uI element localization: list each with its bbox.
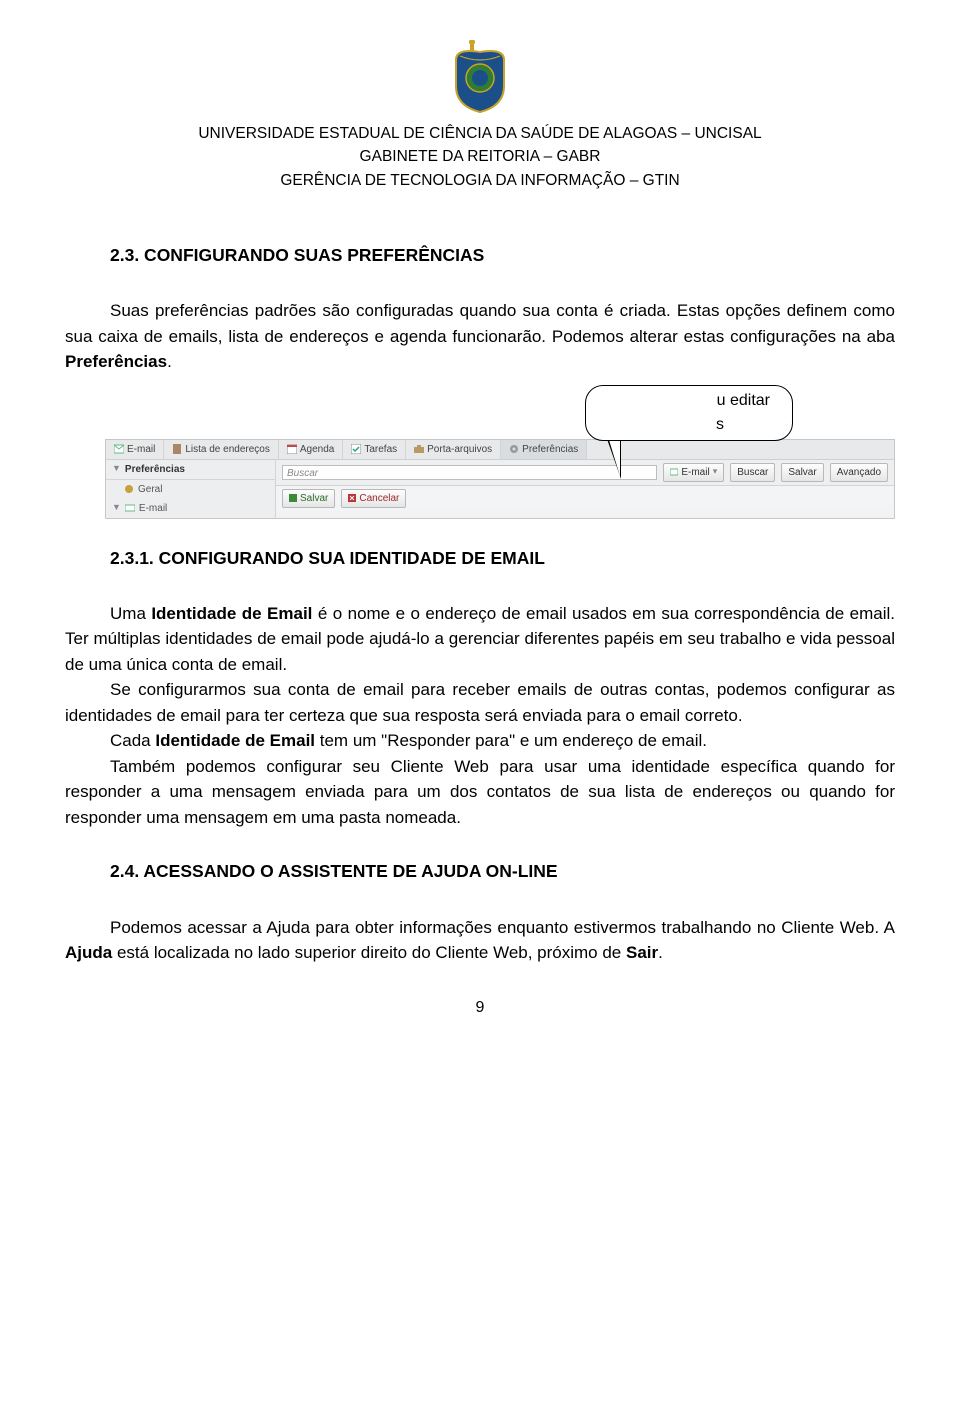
search-input[interactable]: Buscar	[282, 465, 657, 480]
mail-icon	[670, 468, 678, 476]
section-2-4-p1: Podemos acessar a Ajuda para obter infor…	[65, 915, 895, 966]
section-2-3-1-title: 2.3.1. CONFIGURANDO SUA IDENTIDADE DE EM…	[110, 545, 895, 571]
tab-label: E-mail	[127, 442, 155, 457]
chevron-down-icon: ▾	[713, 465, 718, 479]
tab-label: Tarefas	[364, 442, 397, 457]
sidebar-item-email[interactable]: ▼ E-mail	[106, 499, 275, 518]
screenshot-region: u editar s E-mail Lista de endereços Age…	[65, 399, 895, 509]
p1-c: .	[167, 352, 172, 371]
mail-icon	[114, 444, 124, 454]
section-2-3-1-p1: Uma Identidade de Email é o nome e o end…	[65, 601, 895, 678]
sidebar-header[interactable]: ▼ Preferências	[106, 460, 275, 480]
collapse-icon: ▼	[112, 501, 121, 515]
btn-label: Avançado	[837, 465, 881, 480]
tab-label: Agenda	[300, 442, 334, 457]
book-icon	[172, 444, 182, 454]
header-line-1: UNIVERSIDADE ESTADUAL DE CIÊNCIA DA SAÚD…	[65, 122, 895, 145]
btn-label: Buscar	[737, 465, 768, 480]
app-screenshot: E-mail Lista de endereços Agenda Tarefas…	[105, 439, 895, 519]
check-icon	[351, 444, 361, 454]
cancel-button[interactable]: Cancelar	[341, 489, 406, 508]
tab-preferences[interactable]: Preferências	[501, 440, 587, 459]
tab-label: Lista de endereços	[185, 442, 270, 457]
gear-small-icon	[124, 484, 134, 494]
callout-line-2: s	[586, 413, 792, 437]
p1-a: Suas preferências padrões são configurad…	[65, 301, 895, 346]
tab-briefcase[interactable]: Porta-arquivos	[406, 440, 501, 459]
save-button-2[interactable]: Salvar	[282, 489, 335, 508]
btn-label: Salvar	[788, 465, 816, 480]
section-2-3-1-p2: Se configurarmos sua conta de email para…	[65, 677, 895, 728]
app-tabbar: E-mail Lista de endereços Agenda Tarefas…	[106, 440, 894, 460]
section-2-3-1-p4: Também podemos configurar seu Cliente We…	[65, 754, 895, 831]
p-bold: Identidade de Email	[151, 604, 312, 623]
p1-b: Preferências	[65, 352, 167, 371]
action-bar: Salvar Cancelar	[276, 486, 894, 511]
advanced-button[interactable]: Avançado	[830, 463, 888, 482]
tab-address-book[interactable]: Lista de endereços	[164, 440, 279, 459]
mail-small-icon	[125, 503, 135, 513]
header-line-2: GABINETE DA REITORIA – GABR	[65, 145, 895, 168]
gear-icon	[509, 444, 519, 454]
tab-tasks[interactable]: Tarefas	[343, 440, 406, 459]
section-2-3-title: 2.3. CONFIGURANDO SUAS PREFERÊNCIAS	[110, 242, 895, 268]
sidebar-item-geral[interactable]: Geral	[106, 480, 275, 499]
tab-calendar[interactable]: Agenda	[279, 440, 343, 459]
collapse-icon: ▼	[112, 462, 121, 476]
p-bold: Identidade de Email	[155, 731, 315, 750]
sidebar-title: Preferências	[125, 462, 185, 477]
sidebar: ▼ Preferências Geral ▼ E-mail	[106, 460, 276, 518]
header-line-3: GERÊNCIA DE TECNOLOGIA DA INFORMAÇÃO – G…	[65, 169, 895, 192]
sidebar-item-label: E-mail	[139, 501, 167, 516]
page-number: 9	[65, 996, 895, 1020]
disk-icon	[289, 494, 297, 502]
p-bold: Ajuda	[65, 943, 112, 962]
main-panel: Buscar E-mail ▾ Buscar Salvar Avançado	[276, 460, 894, 518]
dropdown-label: E-mail	[681, 465, 709, 480]
callout-line-1: u editar	[586, 389, 792, 413]
tab-label: Porta-arquivos	[427, 442, 492, 457]
tab-label: Preferências	[522, 442, 578, 457]
p-bold: Sair	[626, 943, 658, 962]
sidebar-item-label: Geral	[138, 482, 162, 497]
close-icon	[348, 494, 356, 502]
save-button[interactable]: Salvar	[781, 463, 823, 482]
p-text: está localizada no lado superior direito…	[112, 943, 626, 962]
briefcase-icon	[414, 444, 424, 454]
tab-email[interactable]: E-mail	[106, 440, 164, 459]
callout-bubble: u editar s	[585, 385, 793, 441]
p-text: Cada	[110, 731, 155, 750]
btn-label: Cancelar	[359, 491, 399, 506]
p-text: Podemos acessar a Ajuda para obter infor…	[110, 918, 895, 937]
p-text: Uma	[110, 604, 151, 623]
search-scope-dropdown[interactable]: E-mail ▾	[663, 463, 724, 482]
search-bar: Buscar E-mail ▾ Buscar Salvar Avançado	[276, 460, 894, 486]
section-2-3-paragraph: Suas preferências padrões são configurad…	[65, 298, 895, 375]
p-text: .	[658, 943, 663, 962]
calendar-icon	[287, 444, 297, 454]
p-text: tem um "Responder para" e um endereço de…	[315, 731, 707, 750]
section-2-4-title: 2.4. ACESSANDO O ASSISTENTE DE AJUDA ON-…	[110, 858, 895, 884]
letterhead: UNIVERSIDADE ESTADUAL DE CIÊNCIA DA SAÚD…	[65, 122, 895, 192]
btn-label: Salvar	[300, 491, 328, 506]
section-2-3-1-p3: Cada Identidade de Email tem um "Respond…	[65, 728, 895, 754]
crest-logo	[450, 40, 510, 114]
search-button[interactable]: Buscar	[730, 463, 775, 482]
